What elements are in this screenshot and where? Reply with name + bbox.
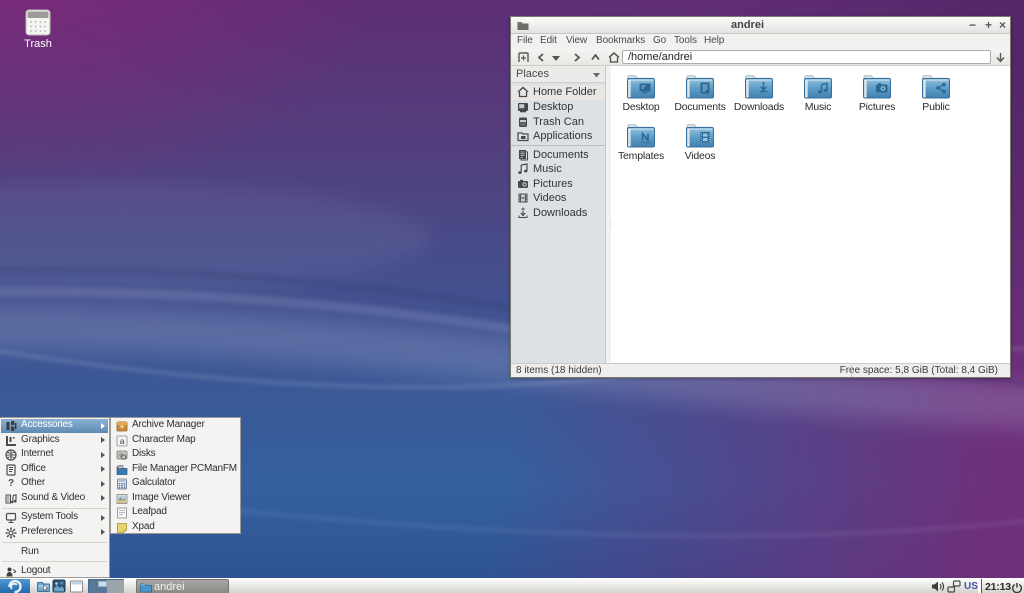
svg-text:a: a xyxy=(120,436,125,446)
